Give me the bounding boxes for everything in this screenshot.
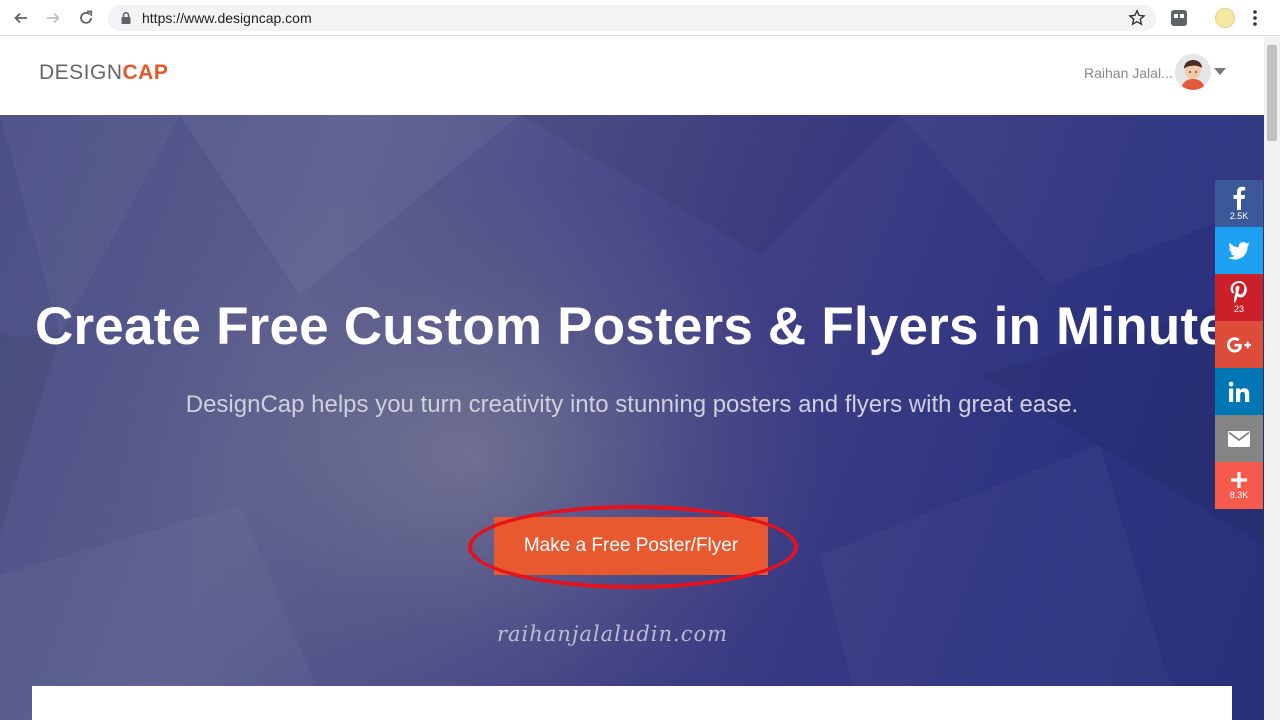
googleplus-icon xyxy=(1227,336,1251,352)
user-avatar[interactable] xyxy=(1175,54,1211,90)
content-card xyxy=(32,686,1232,720)
twitter-share-button[interactable] xyxy=(1215,227,1263,274)
linkedin-icon xyxy=(1228,381,1250,402)
logo-part-design: DESIGN xyxy=(39,61,123,84)
avatar-illustration-icon xyxy=(1175,54,1211,90)
site-header: DESIGNCAP Raihan Jalal... xyxy=(0,37,1264,115)
pinterest-share-button[interactable]: 23 xyxy=(1215,274,1263,321)
hero-title: Create Free Custom Posters & Flyers in M… xyxy=(35,297,1258,356)
profile-avatar-icon[interactable] xyxy=(1215,8,1235,28)
hero-section: Create Free Custom Posters & Flyers in M… xyxy=(0,115,1264,720)
address-bar[interactable]: https://www.designcap.com xyxy=(108,5,1156,31)
email-share-button[interactable] xyxy=(1215,415,1263,462)
designcap-logo[interactable]: DESIGNCAP xyxy=(39,61,168,85)
reload-icon xyxy=(80,10,93,24)
browser-toolbar: https://www.designcap.com xyxy=(0,0,1280,36)
linkedin-share-button[interactable] xyxy=(1215,368,1263,415)
scrollbar-thumb[interactable] xyxy=(1267,45,1277,141)
forward-button[interactable] xyxy=(43,8,63,28)
reload-button[interactable] xyxy=(76,8,96,28)
plus-icon xyxy=(1231,472,1247,488)
make-free-poster-button[interactable]: Make a Free Poster/Flyer xyxy=(494,517,768,575)
watermark: raihanjalaludin.com xyxy=(497,622,729,646)
twitter-icon xyxy=(1228,241,1250,259)
forward-arrow-icon xyxy=(47,12,60,24)
back-button[interactable] xyxy=(11,8,31,28)
more-share-button[interactable]: 8.3K xyxy=(1215,462,1263,509)
pinterest-icon xyxy=(1230,281,1247,303)
kebab-menu-icon[interactable] xyxy=(1252,9,1258,27)
user-menu-caret-icon[interactable] xyxy=(1214,68,1226,75)
url-text: https://www.designcap.com xyxy=(142,10,312,26)
email-icon xyxy=(1228,430,1250,447)
back-arrow-icon xyxy=(14,12,27,24)
social-share-bar: 2.5K 23 8.3K xyxy=(1215,180,1263,509)
pinterest-count: 23 xyxy=(1233,304,1244,314)
lock-icon xyxy=(121,11,131,24)
extension-icon[interactable] xyxy=(1170,9,1188,27)
logo-part-cap: CAP xyxy=(122,61,169,84)
googleplus-share-button[interactable] xyxy=(1215,321,1263,368)
user-name[interactable]: Raihan Jalal... xyxy=(1084,65,1173,81)
bookmark-star-icon[interactable] xyxy=(1128,9,1146,27)
facebook-icon xyxy=(1233,186,1246,210)
page-scrollbar[interactable] xyxy=(1264,37,1280,720)
hero-subtitle: DesignCap helps you turn creativity into… xyxy=(185,391,1079,418)
facebook-count: 2.5K xyxy=(1229,211,1249,221)
more-count: 8.3K xyxy=(1229,490,1249,500)
facebook-share-button[interactable]: 2.5K xyxy=(1215,180,1263,227)
